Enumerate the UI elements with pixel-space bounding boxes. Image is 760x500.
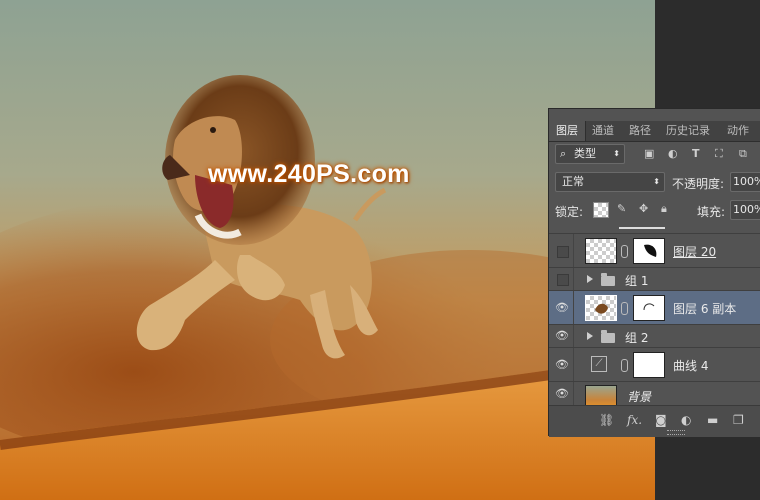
layer-row-curves-4[interactable]: 👁︎ ⟋ 曲线 4 [549, 347, 760, 382]
layer-name[interactable]: 背景 [627, 388, 651, 405]
visibility-toggle-off[interactable] [557, 246, 569, 258]
layer-thumbnail [585, 295, 617, 321]
new-group-icon[interactable]: ▬ [707, 413, 718, 427]
opacity-value: 100% [733, 175, 760, 188]
tab-paths[interactable]: 路径 [629, 121, 651, 141]
curves-adjustment-icon: ⟋ [591, 356, 607, 372]
type-filter-icon[interactable]: T [692, 147, 700, 161]
blend-mode-label: 正常 [562, 175, 584, 188]
layer-thumbnail [585, 385, 617, 407]
eye-icon[interactable]: 👁︎ [555, 387, 569, 400]
fill-label: 填充: [697, 205, 726, 219]
layer-row-group-2[interactable]: 👁︎ 组 2 [549, 324, 760, 348]
new-layer-icon[interactable]: ❐ [733, 413, 744, 427]
folder-icon [601, 273, 615, 286]
scroll-indicator [619, 227, 665, 229]
layer-name[interactable]: 组 2 [625, 329, 648, 346]
fill-input[interactable]: 100% [730, 200, 760, 220]
filter-kind-select[interactable]: ⌕ 类型 ⬍ [555, 144, 625, 164]
link-icon[interactable] [621, 302, 628, 315]
smart-object-filter-icon[interactable]: ⧉ [739, 147, 747, 161]
tab-layers[interactable]: 图层 [549, 121, 586, 141]
link-icon[interactable] [621, 245, 628, 258]
lock-label: 锁定: [555, 205, 584, 219]
panel-bottom-toolbar: ⛓ fx. ◙ ◐ ▬ ❐ [549, 405, 760, 437]
mask-thumbnail [633, 238, 665, 264]
opacity-input[interactable]: 100% [730, 172, 760, 192]
lock-all-icon[interactable]: 🔒︎ [661, 202, 667, 216]
blend-mode-select[interactable]: 正常 ⬍ [555, 172, 665, 192]
panel-tab-bar: 图层 通道 路径 历史记录 动作 [549, 121, 760, 142]
lock-transparency-icon[interactable] [593, 202, 609, 218]
tab-actions[interactable]: 动作 [727, 121, 749, 141]
lock-position-move-icon[interactable]: ✥ [639, 202, 648, 216]
expand-triangle-icon[interactable] [587, 332, 593, 340]
fill-value: 100% [733, 203, 760, 216]
layer-row-group-1[interactable]: 组 1 [549, 267, 760, 291]
resize-grip[interactable] [667, 430, 685, 435]
expand-triangle-icon[interactable] [587, 275, 593, 283]
eye-icon[interactable]: 👁︎ [555, 301, 569, 314]
adjustment-icon[interactable]: ◐ [681, 413, 691, 427]
visibility-toggle-off[interactable] [557, 274, 569, 286]
layer-row-layer-20[interactable]: 图层 20 [549, 233, 760, 268]
chevron-updown-icon: ⬍ [613, 149, 620, 158]
layer-name[interactable]: 曲线 4 [673, 357, 708, 374]
tab-channels[interactable]: 通道 [592, 121, 614, 141]
chevron-updown-icon: ⬍ [653, 177, 660, 186]
layer-thumbnail [585, 238, 617, 264]
link-icon[interactable] [621, 359, 628, 372]
filter-kind-label: 类型 [574, 147, 596, 160]
layers-panel: 图层 通道 路径 历史记录 动作 ⌕ 类型 ⬍ ▣ ◐ T ⛶ ⧉ 正常 ⬍ 不… [548, 108, 760, 437]
layer-row-background[interactable]: 👁︎ 背景 [549, 381, 760, 407]
layer-row-layer-6-copy-selected[interactable]: 👁︎ 图层 6 副本 [549, 290, 760, 325]
add-mask-icon[interactable]: ◙ [655, 413, 667, 427]
eye-icon[interactable]: 👁︎ [555, 358, 569, 371]
lock-image-brush-icon[interactable]: ✎ [617, 202, 626, 216]
layer-name[interactable]: 组 1 [625, 272, 648, 289]
watermark-text: www.240PS.com [208, 160, 410, 188]
pixel-filter-icon[interactable]: ▣ [644, 147, 654, 161]
tab-history[interactable]: 历史记录 [666, 121, 710, 141]
layer-name[interactable]: 图层 6 副本 [673, 300, 736, 317]
eye-icon[interactable]: 👁︎ [555, 329, 569, 342]
folder-icon [601, 330, 615, 343]
mask-thumbnail [633, 352, 665, 378]
mask-thumbnail [633, 295, 665, 321]
layer-name[interactable]: 图层 20 [673, 243, 716, 260]
opacity-label: 不透明度: [672, 177, 725, 191]
link-icon[interactable]: ⛓ [599, 413, 614, 427]
fx-icon[interactable]: fx. [627, 413, 642, 427]
adjustment-filter-icon[interactable]: ◐ [668, 147, 678, 161]
search-icon: ⌕ [560, 147, 567, 160]
shape-filter-icon[interactable]: ⛶ [715, 147, 723, 161]
